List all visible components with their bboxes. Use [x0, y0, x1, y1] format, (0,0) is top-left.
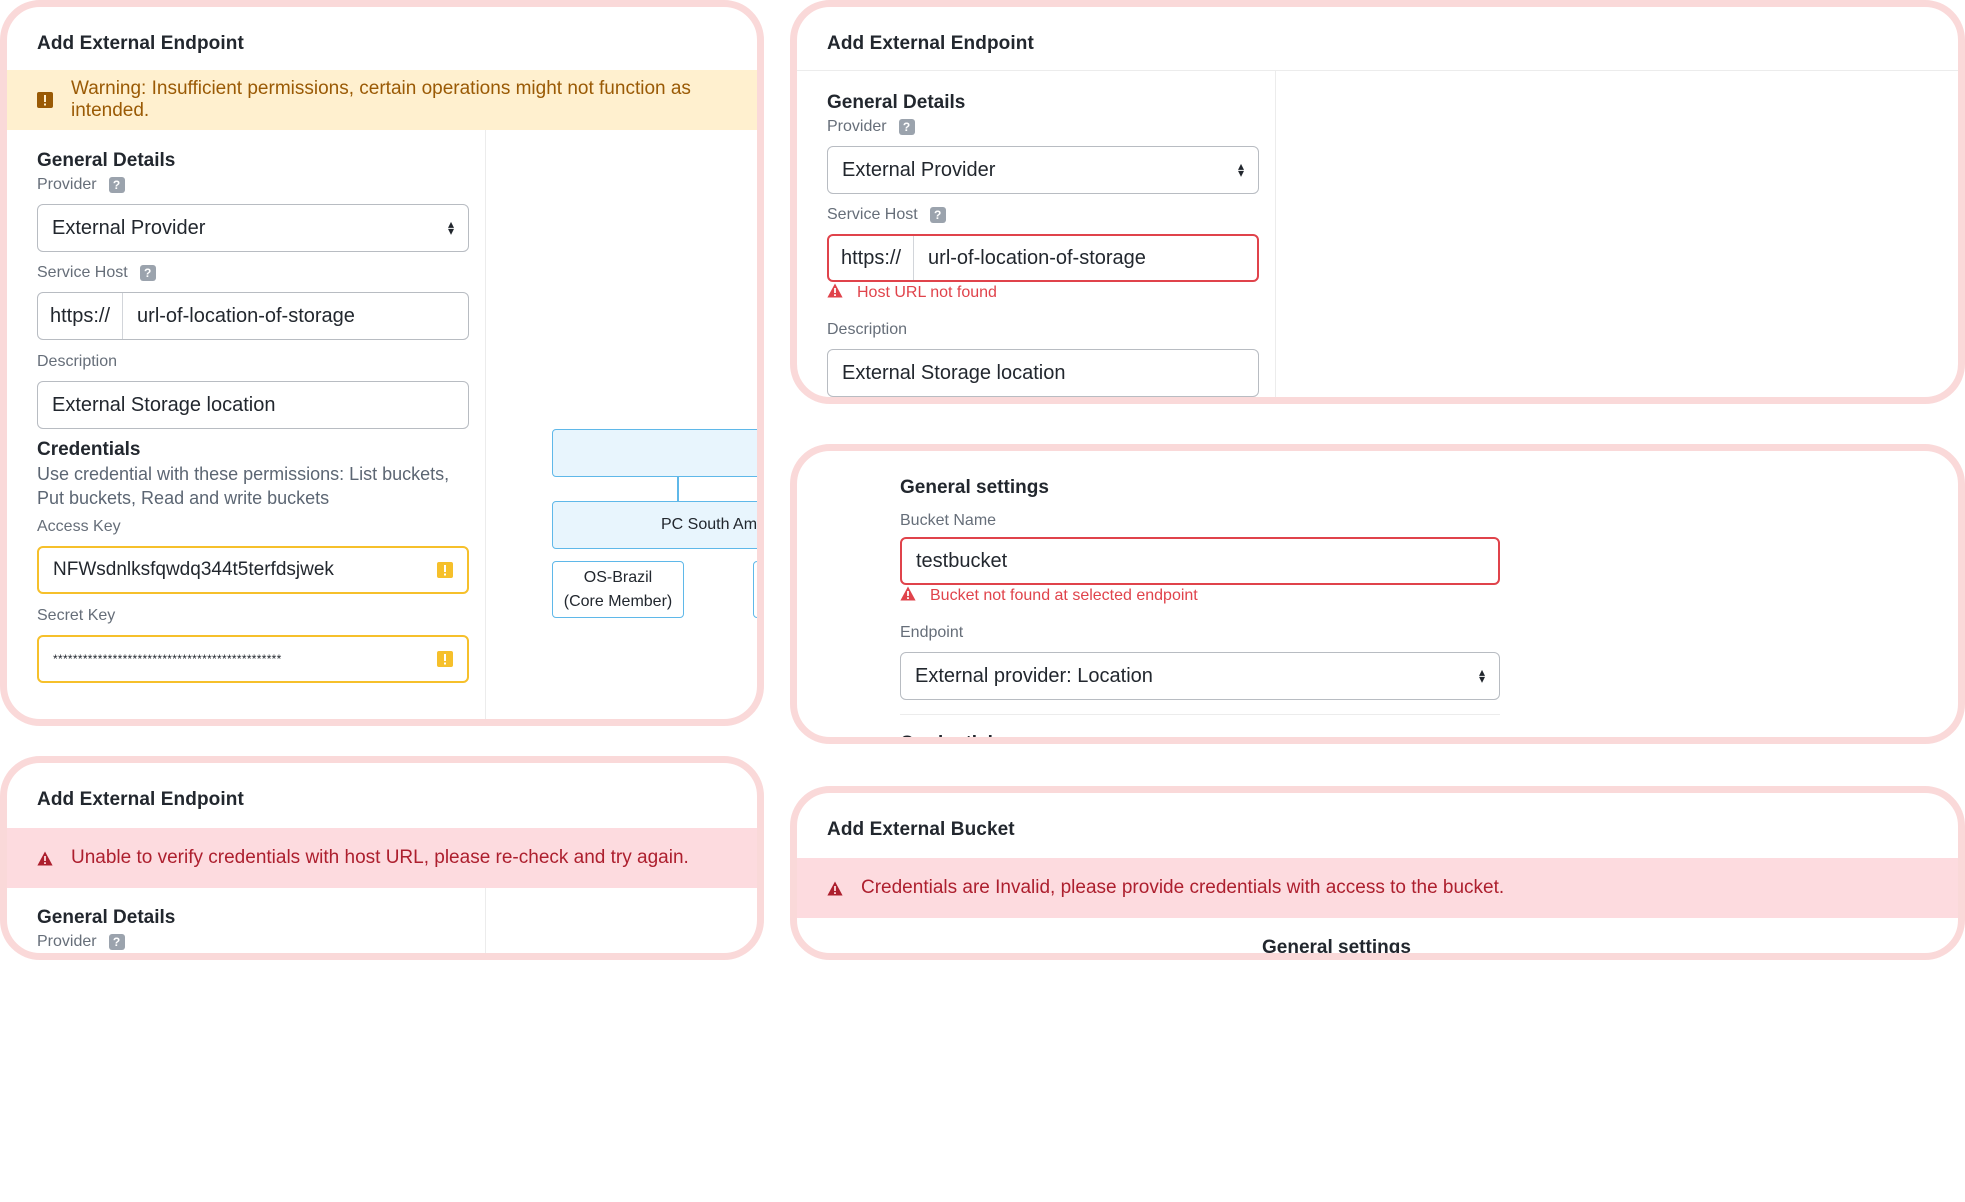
host-prefix: https:// — [38, 293, 124, 339]
question-mark-icon[interactable]: ? — [108, 934, 125, 950]
warning-icon — [437, 651, 453, 667]
error-text: Credentials are Invalid, please provide … — [861, 877, 1505, 898]
question-mark-icon[interactable]: ? — [929, 207, 946, 223]
secret-key-label: Secret Key — [37, 607, 116, 624]
bucket-error-message: Bucket not found at selected endpoint — [900, 586, 1198, 606]
alert-triangle-icon — [827, 881, 843, 896]
diagram-node-partial[interactable] — [753, 561, 757, 618]
diagram-connector — [677, 477, 679, 501]
warning-icon — [437, 562, 453, 578]
error-banner: Unable to verify credentials with host U… — [7, 828, 757, 888]
divider — [485, 130, 486, 719]
alert-triangle-icon — [37, 851, 53, 866]
question-mark-icon[interactable]: ? — [108, 177, 125, 193]
access-key-input[interactable]: NFWsdnlksfqwdq344t5terfdsjwek — [37, 546, 469, 594]
card-title: Add External Endpoint — [37, 789, 244, 810]
exclamation-square-icon — [37, 92, 53, 108]
endpoint-card-warning: Add External Endpoint Warning: Insuffici… — [0, 0, 764, 726]
host-prefix: https:// — [829, 236, 915, 280]
warning-banner: Warning: Insufficient permissions, certa… — [7, 70, 757, 130]
access-key-label: Access Key — [37, 518, 121, 535]
endpoint-card-credential-error: Add External Endpoint Unable to verify c… — [0, 756, 764, 960]
credentials-description: Use credential with these permissions: L… — [37, 464, 450, 508]
section-divider — [900, 714, 1500, 715]
error-text: Unable to verify credentials with host U… — [71, 847, 689, 868]
bucket-name-label: Bucket Name — [900, 512, 997, 529]
card-title: Add External Bucket — [827, 819, 1015, 840]
bucket-settings-card: General settings Bucket Name testbucket … — [790, 444, 1965, 744]
diagram-node-top[interactable] — [552, 429, 757, 477]
section-credentials-partial: Credentials — [900, 733, 1004, 744]
provider-label: Provider ? — [37, 176, 125, 194]
card-title: Add External Endpoint — [37, 33, 244, 54]
alert-triangle-icon — [900, 586, 916, 606]
description-label: Description — [37, 353, 118, 370]
provider-select[interactable]: External Provider ▴ ▾ — [37, 204, 469, 252]
section-general-details: General Details — [827, 92, 966, 113]
service-host-input[interactable]: https:// url-of-location-of-storage — [827, 234, 1259, 282]
service-host-label: Service Host ? — [827, 206, 946, 224]
bucket-card-credential-error: Add External Bucket Credentials are Inva… — [790, 786, 1965, 960]
service-host-input[interactable]: https:// url-of-location-of-storage — [37, 292, 469, 340]
header-divider — [797, 70, 1958, 71]
provider-select[interactable]: External Provider ▴ ▾ — [827, 146, 1259, 194]
endpoint-select[interactable]: External provider: Location ▴ ▾ — [900, 652, 1500, 700]
warning-text: Warning: Insufficient permissions, certa… — [71, 78, 691, 121]
bucket-name-input[interactable]: testbucket — [900, 537, 1500, 585]
alert-triangle-icon — [827, 283, 843, 303]
card-title: Add External Endpoint — [827, 33, 1034, 54]
endpoint-card-host-error: Add External Endpoint General Details Pr… — [790, 0, 1965, 404]
host-error-message: Host URL not found — [827, 283, 997, 303]
error-banner: Credentials are Invalid, please provide … — [797, 858, 1958, 918]
description-input[interactable]: External Storage location — [827, 349, 1259, 397]
endpoint-label: Endpoint — [900, 624, 964, 641]
section-general-details: General Details — [37, 907, 176, 928]
diagram-node-pc-south-america[interactable]: PC South Americ — [552, 501, 757, 549]
sort-arrows-icon: ▴ ▾ — [1478, 665, 1485, 686]
provider-label: Provider ? — [37, 933, 125, 951]
section-general-details: General Details — [37, 150, 176, 171]
sort-arrows-icon: ▴ ▾ — [1237, 159, 1244, 180]
section-general-settings: General settings — [1262, 937, 1411, 958]
diagram-node-os-brazil[interactable]: OS-Brazil (Core Member) — [552, 561, 684, 618]
secret-key-input[interactable]: ****************************************… — [37, 635, 469, 683]
service-host-label: Service Host ? — [37, 264, 156, 282]
question-mark-icon[interactable]: ? — [139, 265, 156, 281]
description-label: Description — [827, 321, 908, 338]
description-input[interactable]: External Storage location — [37, 381, 469, 429]
sort-arrows-icon: ▴ ▾ — [447, 217, 454, 238]
section-credentials: Credentials — [37, 439, 141, 460]
section-general-settings: General settings — [900, 477, 1049, 498]
question-mark-icon[interactable]: ? — [898, 119, 915, 135]
divider — [1275, 70, 1276, 397]
divider — [485, 888, 486, 953]
provider-label: Provider ? — [827, 118, 915, 136]
